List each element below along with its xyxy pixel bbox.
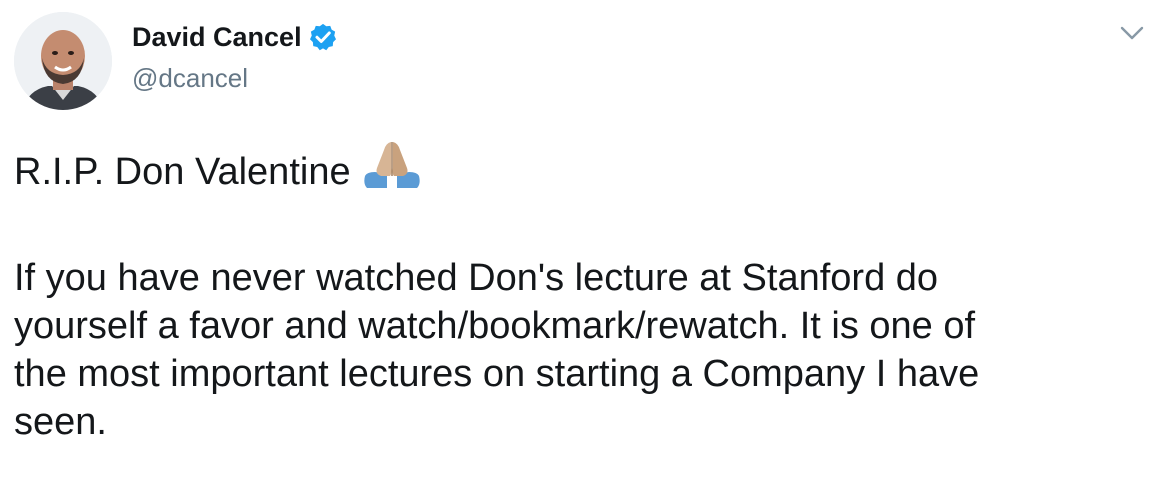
avatar[interactable] — [14, 12, 112, 110]
folded-hands-icon — [361, 138, 423, 190]
tweet-line: If you have never watched Don's lecture … — [14, 257, 939, 299]
tweet-line: the most important lectures on starting … — [14, 353, 980, 395]
author-handle[interactable]: @dcancel — [132, 62, 248, 94]
verified-badge-icon — [308, 22, 338, 52]
tweet-card: David Cancel @dcancel R.I.P. Don Valenti… — [0, 0, 1158, 502]
chevron-down-icon[interactable] — [1118, 22, 1146, 44]
tweet-line: seen. — [14, 401, 107, 443]
author-name[interactable]: David Cancel — [132, 20, 338, 54]
author-name-text: David Cancel — [132, 22, 302, 52]
tweet-text: R.I.P. Don Valentine If you have never w… — [14, 138, 1149, 446]
tweet-line: R.I.P. Don Valentine — [14, 138, 1149, 196]
tweet-line: yourself a favor and watch/bookmark/rewa… — [14, 305, 976, 347]
tweet-line-text: R.I.P. Don Valentine — [14, 151, 351, 193]
profile-photo-icon — [14, 12, 112, 110]
